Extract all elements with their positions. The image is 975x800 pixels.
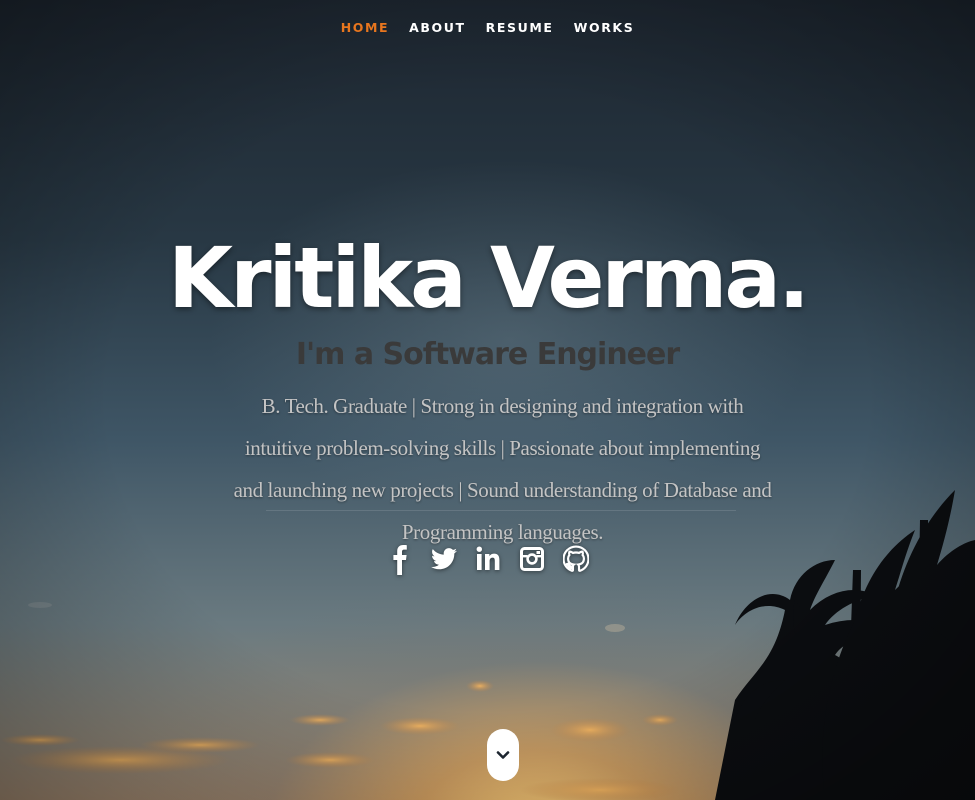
linkedin-icon (476, 546, 499, 570)
hero-title: Kritika Verma. (168, 229, 810, 328)
hero-description: B. Tech. Graduate | Strong in designing … (233, 394, 772, 544)
nav-home[interactable]: HOME (341, 18, 389, 37)
nav-works[interactable]: WORKS (574, 18, 635, 37)
twitter-icon (430, 548, 457, 570)
hero-subtitle: I'm a Software Engineer (295, 336, 680, 372)
github-icon (562, 545, 589, 572)
divider (266, 510, 736, 511)
instagram-icon (519, 547, 544, 571)
instagram-link[interactable] (517, 540, 547, 578)
main-nav: HOME ABOUT RESUME WORKS (0, 18, 975, 37)
github-link[interactable] (561, 540, 591, 578)
nav-about[interactable]: ABOUT (409, 18, 466, 37)
scroll-down-button[interactable] (487, 729, 519, 781)
facebook-link[interactable] (385, 540, 415, 578)
facebook-icon (392, 545, 407, 575)
linkedin-link[interactable] (473, 540, 503, 578)
twitter-link[interactable] (429, 540, 459, 578)
social-links (0, 540, 975, 578)
nav-resume[interactable]: RESUME (486, 18, 554, 37)
chevron-down-icon (496, 751, 510, 759)
